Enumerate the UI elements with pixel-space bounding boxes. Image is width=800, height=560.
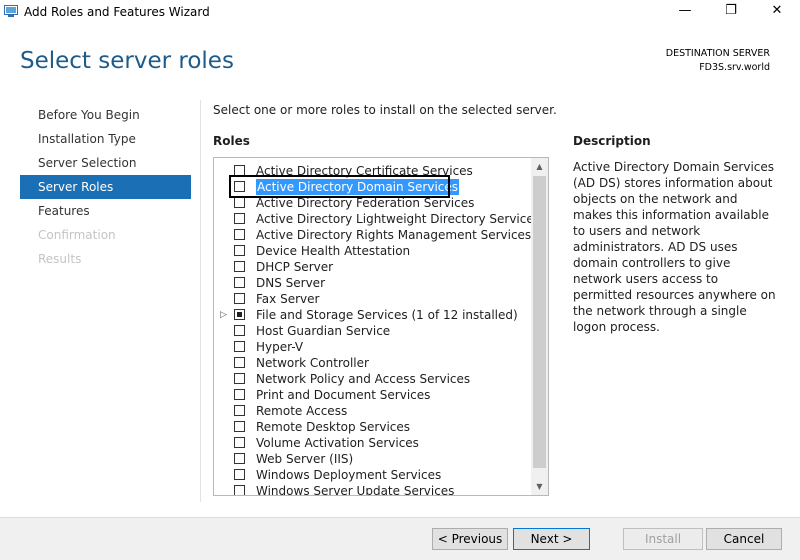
minimize-button[interactable]: — bbox=[662, 0, 708, 24]
role-checkbox[interactable] bbox=[234, 469, 245, 480]
role-checkbox[interactable] bbox=[234, 373, 245, 384]
role-item[interactable]: Remote Access bbox=[214, 403, 530, 419]
role-label: Web Server (IIS) bbox=[256, 452, 354, 466]
nav-divider bbox=[200, 100, 201, 502]
role-label: Fax Server bbox=[256, 292, 320, 306]
triangle-right-icon[interactable]: ▷ bbox=[220, 307, 227, 323]
nav-item-results: Results bbox=[38, 252, 82, 266]
scrollbar-thumb[interactable] bbox=[533, 176, 546, 468]
install-button: Install bbox=[623, 528, 703, 550]
nav-item-server-roles[interactable]: Server Roles bbox=[20, 175, 191, 199]
nav-item-installation-type[interactable]: Installation Type bbox=[20, 127, 191, 151]
description-heading: Description bbox=[573, 134, 651, 148]
role-checkbox[interactable] bbox=[234, 197, 245, 208]
roles-list-box[interactable]: Active Directory Certificate Services Act… bbox=[213, 157, 549, 496]
role-checkbox[interactable] bbox=[234, 325, 245, 336]
role-item[interactable]: Fax Server bbox=[214, 291, 530, 307]
wizard-steps-nav: Before You Begin Installation Type Serve… bbox=[20, 103, 191, 271]
server-manager-icon bbox=[4, 5, 18, 17]
role-checkbox[interactable] bbox=[234, 341, 245, 352]
close-button[interactable]: ✕ bbox=[754, 0, 800, 24]
role-item[interactable]: Host Guardian Service bbox=[214, 323, 530, 339]
role-label: Windows Server Update Services bbox=[256, 484, 455, 496]
role-item[interactable]: Active Directory Rights Management Servi… bbox=[214, 227, 532, 243]
role-label: Active Directory Lightweight Directory S… bbox=[256, 212, 540, 226]
role-label: Host Guardian Service bbox=[256, 324, 391, 338]
role-label: Windows Deployment Services bbox=[256, 468, 442, 482]
role-label: Active Directory Rights Management Servi… bbox=[256, 228, 532, 242]
role-checkbox[interactable] bbox=[234, 357, 245, 368]
role-checkbox[interactable] bbox=[234, 405, 245, 416]
role-label: Volume Activation Services bbox=[256, 436, 419, 450]
role-checkbox[interactable] bbox=[234, 277, 245, 288]
chevron-down-icon[interactable]: ▼ bbox=[531, 478, 548, 495]
roles-list: Active Directory Certificate Services Act… bbox=[214, 163, 540, 496]
role-label: Hyper-V bbox=[256, 340, 304, 354]
role-item[interactable]: Windows Server Update Services bbox=[214, 483, 530, 496]
role-item[interactable]: Windows Deployment Services bbox=[214, 467, 530, 483]
role-item[interactable]: Web Server (IIS) bbox=[214, 451, 530, 467]
nav-item-before-you-begin[interactable]: Before You Begin bbox=[20, 103, 191, 127]
focus-highlight-box bbox=[229, 175, 450, 198]
nav-item-server-selection[interactable]: Server Selection bbox=[20, 151, 191, 175]
role-checkbox[interactable] bbox=[234, 309, 245, 320]
role-checkbox[interactable] bbox=[234, 485, 245, 495]
chevron-up-icon[interactable]: ▲ bbox=[531, 158, 548, 175]
role-item[interactable]: Print and Document Services bbox=[214, 387, 530, 403]
role-label: Network Controller bbox=[256, 356, 369, 370]
role-label: DNS Server bbox=[256, 276, 325, 290]
role-label: Print and Document Services bbox=[256, 388, 431, 402]
role-label: Remote Access bbox=[256, 404, 348, 418]
page-title: Select server roles bbox=[20, 48, 234, 74]
role-checkbox[interactable] bbox=[234, 389, 245, 400]
role-checkbox[interactable] bbox=[234, 213, 245, 224]
roles-heading: Roles bbox=[213, 134, 250, 148]
maximize-button[interactable]: ❐ bbox=[708, 0, 754, 24]
role-checkbox[interactable] bbox=[234, 453, 245, 464]
role-checkbox[interactable] bbox=[234, 261, 245, 272]
instruction-text: Select one or more roles to install on t… bbox=[213, 103, 557, 117]
role-item[interactable]: ▷ File and Storage Services (1 of 12 inst… bbox=[214, 307, 530, 323]
window-title: Add Roles and Features Wizard bbox=[24, 5, 210, 19]
role-checkbox[interactable] bbox=[234, 293, 245, 304]
previous-button[interactable]: < Previous bbox=[432, 528, 508, 550]
role-item[interactable]: Network Controller bbox=[214, 355, 530, 371]
role-checkbox[interactable] bbox=[234, 229, 245, 240]
description-text: Active Directory Domain Services (AD DS)… bbox=[573, 160, 776, 334]
role-item[interactable]: DHCP Server bbox=[214, 259, 530, 275]
cancel-button[interactable]: Cancel bbox=[706, 528, 782, 550]
role-item[interactable]: DNS Server bbox=[214, 275, 530, 291]
role-label: Remote Desktop Services bbox=[256, 420, 411, 434]
role-item[interactable]: Network Policy and Access Services bbox=[214, 371, 530, 387]
role-item[interactable]: Volume Activation Services bbox=[214, 435, 530, 451]
role-checkbox[interactable] bbox=[234, 421, 245, 432]
role-item[interactable]: Device Health Attestation bbox=[214, 243, 530, 259]
next-button[interactable]: Next > bbox=[513, 528, 590, 550]
role-label: Device Health Attestation bbox=[256, 244, 411, 258]
role-label: DHCP Server bbox=[256, 260, 334, 274]
nav-item-confirmation: Confirmation bbox=[38, 228, 116, 242]
role-checkbox[interactable] bbox=[234, 245, 245, 256]
role-checkbox[interactable] bbox=[234, 437, 245, 448]
role-label: Network Policy and Access Services bbox=[256, 372, 471, 386]
role-item[interactable]: Active Directory Lightweight Directory S… bbox=[214, 211, 540, 227]
destination-server-name: FD3S.srv.world bbox=[699, 62, 770, 73]
roles-scrollbar[interactable]: ▲ ▼ bbox=[531, 158, 548, 495]
role-item[interactable]: Hyper-V bbox=[214, 339, 530, 355]
role-item[interactable]: Remote Desktop Services bbox=[214, 419, 530, 435]
role-label: File and Storage Services (1 of 12 insta… bbox=[256, 308, 518, 322]
title-bar: Add Roles and Features Wizard — ❐ ✕ bbox=[0, 0, 800, 24]
nav-item-features[interactable]: Features bbox=[20, 199, 191, 223]
destination-server-label: DESTINATION SERVER bbox=[665, 48, 770, 59]
